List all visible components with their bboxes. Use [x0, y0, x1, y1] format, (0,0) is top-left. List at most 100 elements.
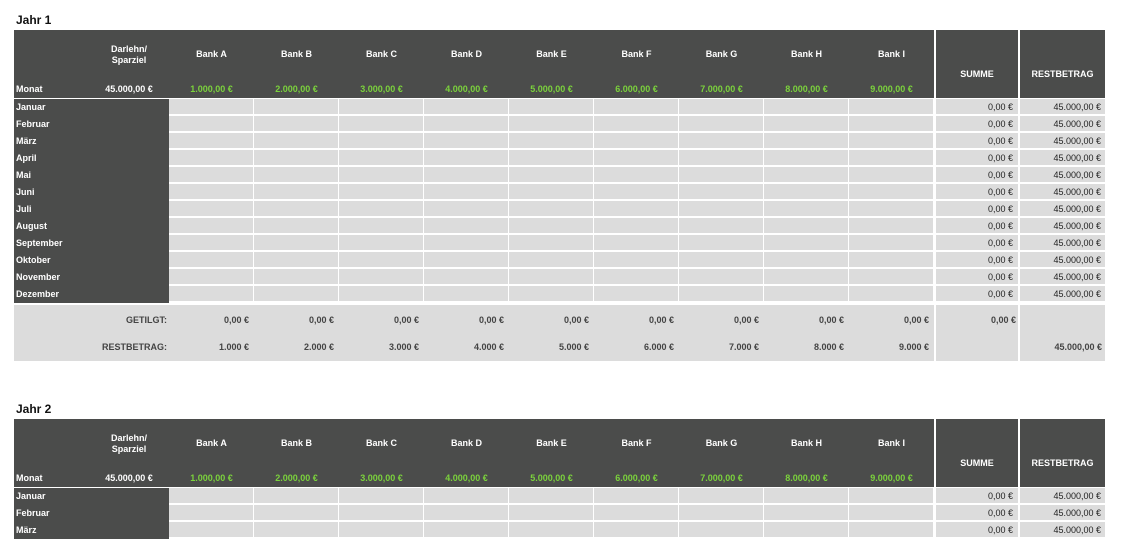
bank-column-header[interactable]: Bank F 6.000,00 € — [594, 30, 679, 98]
payment-cell[interactable] — [424, 184, 509, 200]
payment-cell[interactable] — [764, 99, 849, 115]
payment-cell[interactable] — [764, 252, 849, 268]
payment-cell[interactable] — [509, 235, 594, 251]
payment-cell[interactable] — [509, 218, 594, 234]
payment-cell[interactable] — [849, 150, 934, 166]
payment-cell[interactable] — [169, 269, 254, 285]
bank-column-header[interactable]: Bank A 1.000,00 € — [169, 419, 254, 487]
bank-column-header[interactable]: Bank C 3.000,00 € — [339, 419, 424, 487]
payment-cell[interactable] — [254, 150, 339, 166]
bank-column-header[interactable]: Bank G 7.000,00 € — [679, 30, 764, 98]
payment-cell[interactable] — [679, 286, 764, 302]
payment-cell[interactable] — [679, 184, 764, 200]
payment-cell[interactable] — [339, 150, 424, 166]
payment-cell[interactable] — [169, 99, 254, 115]
payment-cell[interactable] — [169, 286, 254, 302]
payment-cell[interactable] — [424, 269, 509, 285]
payment-cell[interactable] — [679, 488, 764, 504]
payment-cell[interactable] — [254, 522, 339, 538]
payment-cell[interactable] — [254, 184, 339, 200]
payment-cell[interactable] — [424, 150, 509, 166]
payment-cell[interactable] — [339, 488, 424, 504]
payment-cell[interactable] — [594, 150, 679, 166]
payment-cell[interactable] — [339, 522, 424, 538]
payment-cell[interactable] — [849, 488, 934, 504]
payment-cell[interactable] — [849, 505, 934, 521]
payment-cell[interactable] — [254, 201, 339, 217]
bank-column-header[interactable]: Bank B 2.000,00 € — [254, 30, 339, 98]
payment-cell[interactable] — [594, 184, 679, 200]
payment-cell[interactable] — [509, 167, 594, 183]
payment-cell[interactable] — [339, 505, 424, 521]
payment-cell[interactable] — [509, 505, 594, 521]
payment-cell[interactable] — [254, 99, 339, 115]
payment-cell[interactable] — [849, 235, 934, 251]
payment-cell[interactable] — [594, 201, 679, 217]
bank-column-header[interactable]: Bank B 2.000,00 € — [254, 419, 339, 487]
payment-cell[interactable] — [849, 167, 934, 183]
payment-cell[interactable] — [849, 184, 934, 200]
payment-cell[interactable] — [509, 522, 594, 538]
bank-column-header[interactable]: Bank H 8.000,00 € — [764, 419, 849, 487]
payment-cell[interactable] — [169, 488, 254, 504]
payment-cell[interactable] — [509, 488, 594, 504]
payment-cell[interactable] — [254, 505, 339, 521]
bank-column-header[interactable]: Bank G 7.000,00 € — [679, 419, 764, 487]
payment-cell[interactable] — [849, 522, 934, 538]
payment-cell[interactable] — [424, 505, 509, 521]
payment-cell[interactable] — [509, 184, 594, 200]
payment-cell[interactable] — [679, 167, 764, 183]
payment-cell[interactable] — [424, 133, 509, 149]
payment-cell[interactable] — [339, 133, 424, 149]
bank-column-header[interactable]: Bank D 4.000,00 € — [424, 419, 509, 487]
payment-cell[interactable] — [339, 235, 424, 251]
payment-cell[interactable] — [424, 201, 509, 217]
payment-cell[interactable] — [594, 133, 679, 149]
payment-cell[interactable] — [509, 252, 594, 268]
bank-column-header[interactable]: Bank D 4.000,00 € — [424, 30, 509, 98]
payment-cell[interactable] — [424, 522, 509, 538]
payment-cell[interactable] — [764, 167, 849, 183]
payment-cell[interactable] — [594, 99, 679, 115]
bank-column-header[interactable]: Bank E 5.000,00 € — [509, 419, 594, 487]
payment-cell[interactable] — [509, 133, 594, 149]
payment-cell[interactable] — [169, 505, 254, 521]
payment-cell[interactable] — [849, 286, 934, 302]
payment-cell[interactable] — [169, 167, 254, 183]
payment-cell[interactable] — [679, 201, 764, 217]
payment-cell[interactable] — [764, 184, 849, 200]
bank-column-header[interactable]: Bank A 1.000,00 € — [169, 30, 254, 98]
payment-cell[interactable] — [764, 116, 849, 132]
payment-cell[interactable] — [169, 252, 254, 268]
payment-cell[interactable] — [169, 116, 254, 132]
payment-cell[interactable] — [254, 269, 339, 285]
payment-cell[interactable] — [254, 218, 339, 234]
payment-cell[interactable] — [764, 133, 849, 149]
bank-column-header[interactable]: Bank C 3.000,00 € — [339, 30, 424, 98]
payment-cell[interactable] — [424, 99, 509, 115]
payment-cell[interactable] — [169, 522, 254, 538]
payment-cell[interactable] — [679, 505, 764, 521]
payment-cell[interactable] — [764, 522, 849, 538]
payment-cell[interactable] — [339, 252, 424, 268]
payment-cell[interactable] — [764, 201, 849, 217]
payment-cell[interactable] — [849, 133, 934, 149]
payment-cell[interactable] — [424, 167, 509, 183]
payment-cell[interactable] — [169, 150, 254, 166]
payment-cell[interactable] — [254, 235, 339, 251]
payment-cell[interactable] — [679, 116, 764, 132]
payment-cell[interactable] — [849, 218, 934, 234]
payment-cell[interactable] — [339, 286, 424, 302]
bank-column-header[interactable]: Bank F 6.000,00 € — [594, 419, 679, 487]
payment-cell[interactable] — [679, 269, 764, 285]
payment-cell[interactable] — [594, 488, 679, 504]
payment-cell[interactable] — [679, 133, 764, 149]
payment-cell[interactable] — [594, 167, 679, 183]
payment-cell[interactable] — [169, 235, 254, 251]
payment-cell[interactable] — [424, 286, 509, 302]
payment-cell[interactable] — [509, 150, 594, 166]
payment-cell[interactable] — [679, 218, 764, 234]
payment-cell[interactable] — [764, 505, 849, 521]
payment-cell[interactable] — [509, 99, 594, 115]
payment-cell[interactable] — [679, 522, 764, 538]
